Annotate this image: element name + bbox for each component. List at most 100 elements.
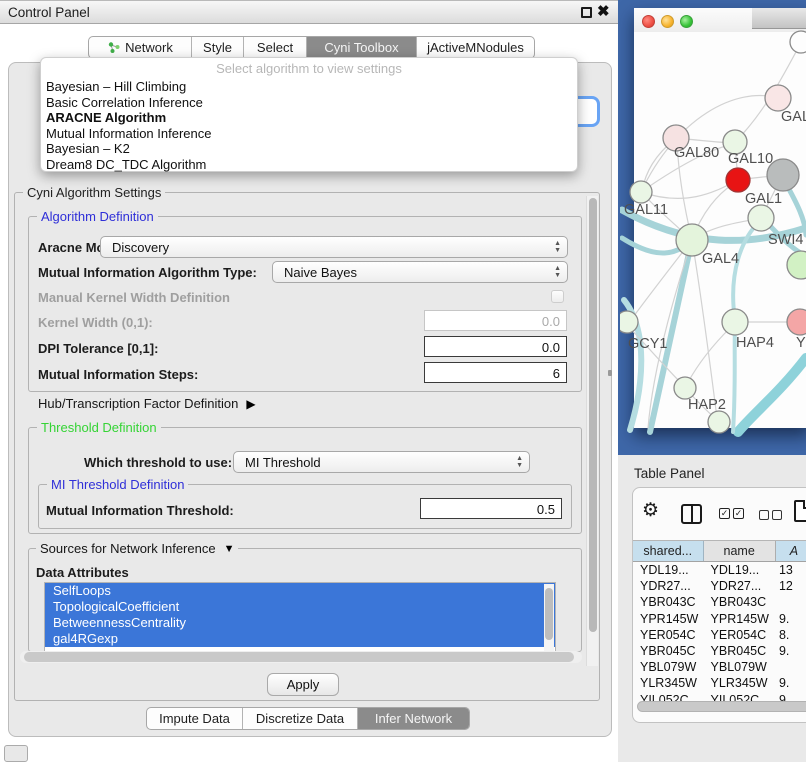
kernel-width-label: Kernel Width (0,1): (38, 315, 153, 330)
tab-infer-network[interactable]: Infer Network (358, 708, 469, 729)
menu-item-bayesian-hill-climbing[interactable]: Bayesian – Hill Climbing (41, 79, 577, 95)
settings-hscrollbar-thumb[interactable] (24, 652, 574, 662)
node-label: HAP2 (688, 397, 726, 413)
column-header-name[interactable]: name (704, 541, 776, 561)
float-icon[interactable] (581, 7, 592, 18)
algorithm-popup-menu: Select algorithm to view settings Bayesi… (40, 57, 578, 172)
settings-hscrollbar[interactable] (20, 651, 582, 663)
columns-icon[interactable] (681, 504, 702, 524)
splitter-grip[interactable] (608, 370, 612, 376)
unchecked-boxes-icon[interactable] (759, 510, 782, 520)
data-attributes-list: SelfLoops TopologicalCoefficient Between… (44, 582, 556, 652)
table-row[interactable]: YDL19...YDL19...13 (633, 563, 806, 579)
gear-icon[interactable]: ⚙ (642, 501, 659, 520)
table-row[interactable]: YPR145WYPR145W9. (633, 612, 806, 628)
mi-threshold-field[interactable]: 0.5 (420, 498, 562, 519)
node-label: GAL4 (702, 251, 739, 267)
network-node-gal11[interactable] (630, 181, 652, 203)
column-header-shared-name[interactable]: shared... (633, 541, 704, 561)
mi-threshold-group-title: MI Threshold Definition (47, 477, 188, 492)
table-cell: 13 (776, 563, 806, 579)
which-threshold-combobox[interactable]: MI Threshold ▲▼ (233, 451, 530, 473)
network-node-gcy1[interactable] (620, 311, 638, 333)
kernel-width-field[interactable]: 0.0 (424, 310, 567, 331)
manual-kernel-checkbox[interactable] (551, 290, 564, 303)
table-cell: YER054C (633, 628, 704, 644)
screen: Control Panel ✖ Network Style Select (0, 0, 806, 762)
node-label: SWI4 (768, 232, 803, 248)
list-scrollbar-thumb[interactable] (545, 588, 553, 640)
collapsed-panel-button[interactable] (4, 745, 28, 762)
list-item-selfloops[interactable]: SelfLoops (45, 583, 555, 599)
list-item-topologicalcoefficient[interactable]: TopologicalCoefficient (45, 599, 555, 615)
close-icon[interactable]: ✖ (597, 2, 610, 20)
apply-button[interactable]: Apply (267, 673, 339, 696)
network-node-gal1[interactable] (748, 205, 774, 231)
network-node-gal[interactable] (765, 85, 791, 111)
mi-steps-field[interactable]: 6 (424, 362, 567, 383)
mi-steps-label: Mutual Information Steps: (38, 367, 198, 382)
dpi-tolerance-field[interactable]: 0.0 (424, 336, 567, 357)
which-threshold-label: Which threshold to use: (84, 455, 232, 470)
network-node-y[interactable] (787, 309, 806, 335)
network-node-hap4[interactable] (722, 309, 748, 335)
network-graph: GALGAL80GAL10GAL11GAL1SWI4GAL4GCY1HAP4YH… (620, 0, 806, 455)
table-cell (776, 660, 806, 676)
list-item-betweennesscentrality[interactable]: BetweennessCentrality (45, 615, 555, 631)
menu-item-aracne[interactable]: ARACNE Algorithm (41, 110, 577, 126)
data-attributes-label: Data Attributes (36, 565, 129, 580)
table-row[interactable]: YER054CYER054C8. (633, 628, 806, 644)
network-node[interactable] (708, 411, 730, 433)
table-cell: YBL079W (704, 660, 776, 676)
table-cell: YDL19... (633, 563, 704, 579)
node-label: GAL80 (674, 145, 719, 161)
table-cell: YBR043C (633, 595, 704, 611)
list-scrollbar[interactable] (544, 584, 554, 652)
list-item-gal4rgexp[interactable]: gal4RGexp (45, 631, 555, 647)
sources-expander[interactable]: Sources for Network Inference ▼ (36, 541, 238, 556)
table-cell: YER054C (704, 628, 776, 644)
network-node[interactable] (790, 31, 806, 53)
column-header-partial[interactable]: A (776, 541, 806, 561)
algorithm-definition-title: Algorithm Definition (37, 209, 158, 224)
checked-boxes-icon[interactable]: ✓✓ (719, 508, 744, 519)
dpi-tolerance-label: DPI Tolerance [0,1]: (38, 341, 158, 356)
table-row[interactable]: YDR27...YDR27...12 (633, 579, 806, 595)
tab-style[interactable]: Style (192, 37, 244, 58)
tab-jactivemnodules[interactable]: jActiveMNodules (417, 37, 534, 58)
table-cell: 9. (776, 676, 806, 692)
node-label: GAL11 (624, 202, 668, 218)
node-label: GCY1 (628, 336, 668, 352)
network-node[interactable] (726, 168, 750, 192)
aracne-mode-combobox[interactable]: Discovery ▲▼ (100, 236, 568, 258)
network-node-swi4[interactable] (787, 251, 806, 279)
node-label: GAL10 (728, 151, 773, 167)
tab-select[interactable]: Select (244, 37, 307, 58)
document-icon[interactable] (794, 500, 806, 522)
hub-definition-expander[interactable]: Hub/Transcription Factor Definition ▶ (38, 396, 256, 411)
network-node-hap2[interactable] (674, 377, 696, 399)
tab-impute-data[interactable]: Impute Data (147, 708, 243, 729)
settings-scrollbar-thumb[interactable] (589, 198, 597, 632)
node-label: HAP4 (736, 335, 774, 351)
settings-scrollbar[interactable] (586, 196, 598, 666)
menu-item-bayesian-k2[interactable]: Bayesian – K2 (41, 141, 577, 157)
menu-item-basic-correlation[interactable]: Basic Correlation Inference (41, 95, 577, 111)
table-cell: YBR045C (704, 644, 776, 660)
tab-cyni-toolbox[interactable]: Cyni Toolbox (307, 37, 417, 58)
menu-item-dream8[interactable]: Dream8 DC_TDC Algorithm (41, 157, 577, 173)
mi-type-combobox[interactable]: Naive Bayes ▲▼ (272, 261, 568, 283)
table-row[interactable]: YBR045CYBR045C9. (633, 644, 806, 660)
tab-discretize-data[interactable]: Discretize Data (243, 708, 358, 729)
table-hscrollbar-thumb[interactable] (637, 701, 806, 712)
table-row[interactable]: YBR043CYBR043C (633, 595, 806, 611)
table-row[interactable]: YLR345WYLR345W9. (633, 676, 806, 692)
table-card: ⚙ ✓✓ shared... name A YDL19...YDL19...13… (632, 487, 806, 723)
popup-prompt: Select algorithm to view settings (41, 61, 577, 79)
table-cell: YDL19... (704, 563, 776, 579)
tab-network[interactable]: Network (89, 37, 192, 58)
table-row[interactable]: YBL079WYBL079W (633, 660, 806, 676)
menu-item-mutual-information[interactable]: Mutual Information Inference (41, 126, 577, 142)
table-cell: 9. (776, 612, 806, 628)
network-icon (107, 41, 120, 54)
